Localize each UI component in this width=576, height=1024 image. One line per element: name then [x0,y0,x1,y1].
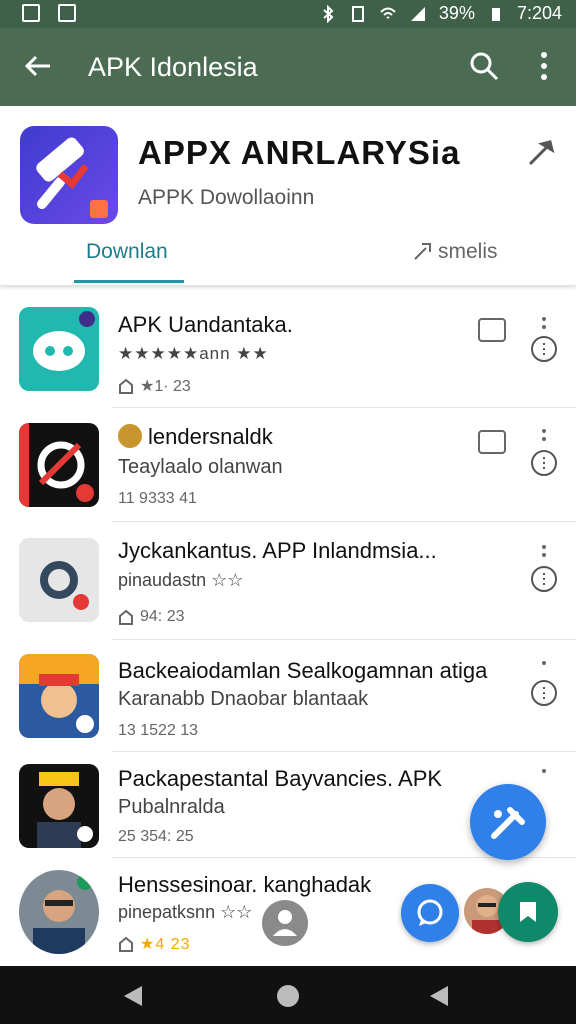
app-icon [19,764,99,848]
home-icon [119,609,133,625]
wifi-icon [380,7,396,19]
tab-indicator [74,280,184,283]
app-bar-title: APK Idonlesia [88,52,258,82]
close-icon[interactable] [526,138,556,168]
image-notification-icon [58,4,76,22]
app-logo [20,126,118,224]
app-title: Backeaiodamlan Sealkogamnan atiga [118,658,488,683]
app-icon [19,870,99,954]
download-icon[interactable] [478,430,506,454]
bluetooth-icon [323,4,334,23]
bookmark-fab[interactable] [498,882,558,942]
item-menu-button[interactable] [531,336,557,362]
app-meta: 25 354: 25 [118,828,194,845]
app-subtitle: APPK Dowollaoinn [138,186,315,209]
list-item[interactable]: lendersnaldk Teaylaalo olanwan 11 9333 4… [0,408,576,522]
status-bar: 39% 7:204 [0,0,576,28]
navigation-bar [0,966,576,1024]
tab-share-label: smelis [438,240,498,263]
gallery-notification-icon [22,4,40,22]
item-menu-button[interactable] [531,680,557,706]
app-title: Packapestantal Bayvancies. APK [118,766,443,791]
nav-back-icon[interactable] [122,984,144,1008]
search-icon[interactable] [468,50,500,82]
app-meta: 11 9333 41 [118,490,197,507]
more-vert-icon[interactable] [532,48,556,84]
home-icon [119,936,133,952]
app-icon [19,654,99,738]
app-subtitle: Pubalnralda [118,796,225,818]
app-title: Jyckankantus. APP Inlandmsia... [118,538,437,563]
avatar [118,424,142,448]
app-subtitle: Karanabb Dnaobar blantaak [118,688,369,710]
more-vert-icon[interactable] [540,660,548,682]
list-item[interactable]: Backeaiodamlan Sealkogamnan atiga Karana… [0,640,576,752]
app-title: Henssesinoar. kanghadak [118,872,372,897]
app-icon [19,538,99,622]
app-name: APPX ANRLARYSia [138,134,461,171]
nav-home-icon[interactable] [276,984,300,1008]
share-icon [414,243,431,260]
app-title: APK Uandantaka. [118,312,293,337]
home-icon [119,378,133,394]
app-bar: APK Idonlesia [0,28,576,106]
app-icon [19,307,99,391]
item-menu-button[interactable] [531,450,557,476]
download-icon[interactable] [478,318,506,342]
app-title: lendersnaldk [118,424,273,450]
app-meta: ★4 23 [118,934,190,954]
battery-icon [491,7,500,21]
app-icon [19,423,99,507]
clock: 7:204 [516,3,562,23]
app-subtitle: pinepatksnn ☆☆ [118,902,253,922]
list-item[interactable]: Jyckankantus. APP Inlandmsia... pinaudas… [0,522,576,640]
app-meta: ★1· 23 [118,376,191,396]
tab-download[interactable]: Downlan [74,240,184,283]
app-subtitle: Teaylaalo olanwan [118,456,283,478]
tab-share[interactable]: smelis [412,240,498,264]
app-meta: 94: 23 [118,608,184,626]
chat-icon[interactable] [401,884,459,942]
battery-percent: 39% [438,3,475,23]
sim-icon [351,5,364,22]
app-meta: 13 1522 13 [118,722,199,739]
tab-download-label: Downlan [86,240,168,263]
app-header: APPX ANRLARYSia APPK Dowollaoinn Downlan… [0,106,576,286]
list-item[interactable]: APK Uandantaka. ★★★★★ann ★★ ★1· 23 [0,296,576,408]
more-vert-icon[interactable] [540,544,548,566]
item-menu-button[interactable] [531,566,557,592]
app-rating: ★★★★★ann ★★ [118,344,269,363]
app-subtitle: pinaudastn ☆☆ [118,570,244,590]
more-vert-icon[interactable] [540,428,548,450]
more-vert-icon[interactable] [540,316,548,338]
edit-fab[interactable] [470,784,546,860]
signal-icon [410,6,425,21]
nav-recent-icon[interactable] [428,984,450,1008]
person-icon[interactable] [262,900,308,946]
back-arrow-icon[interactable] [22,50,54,82]
